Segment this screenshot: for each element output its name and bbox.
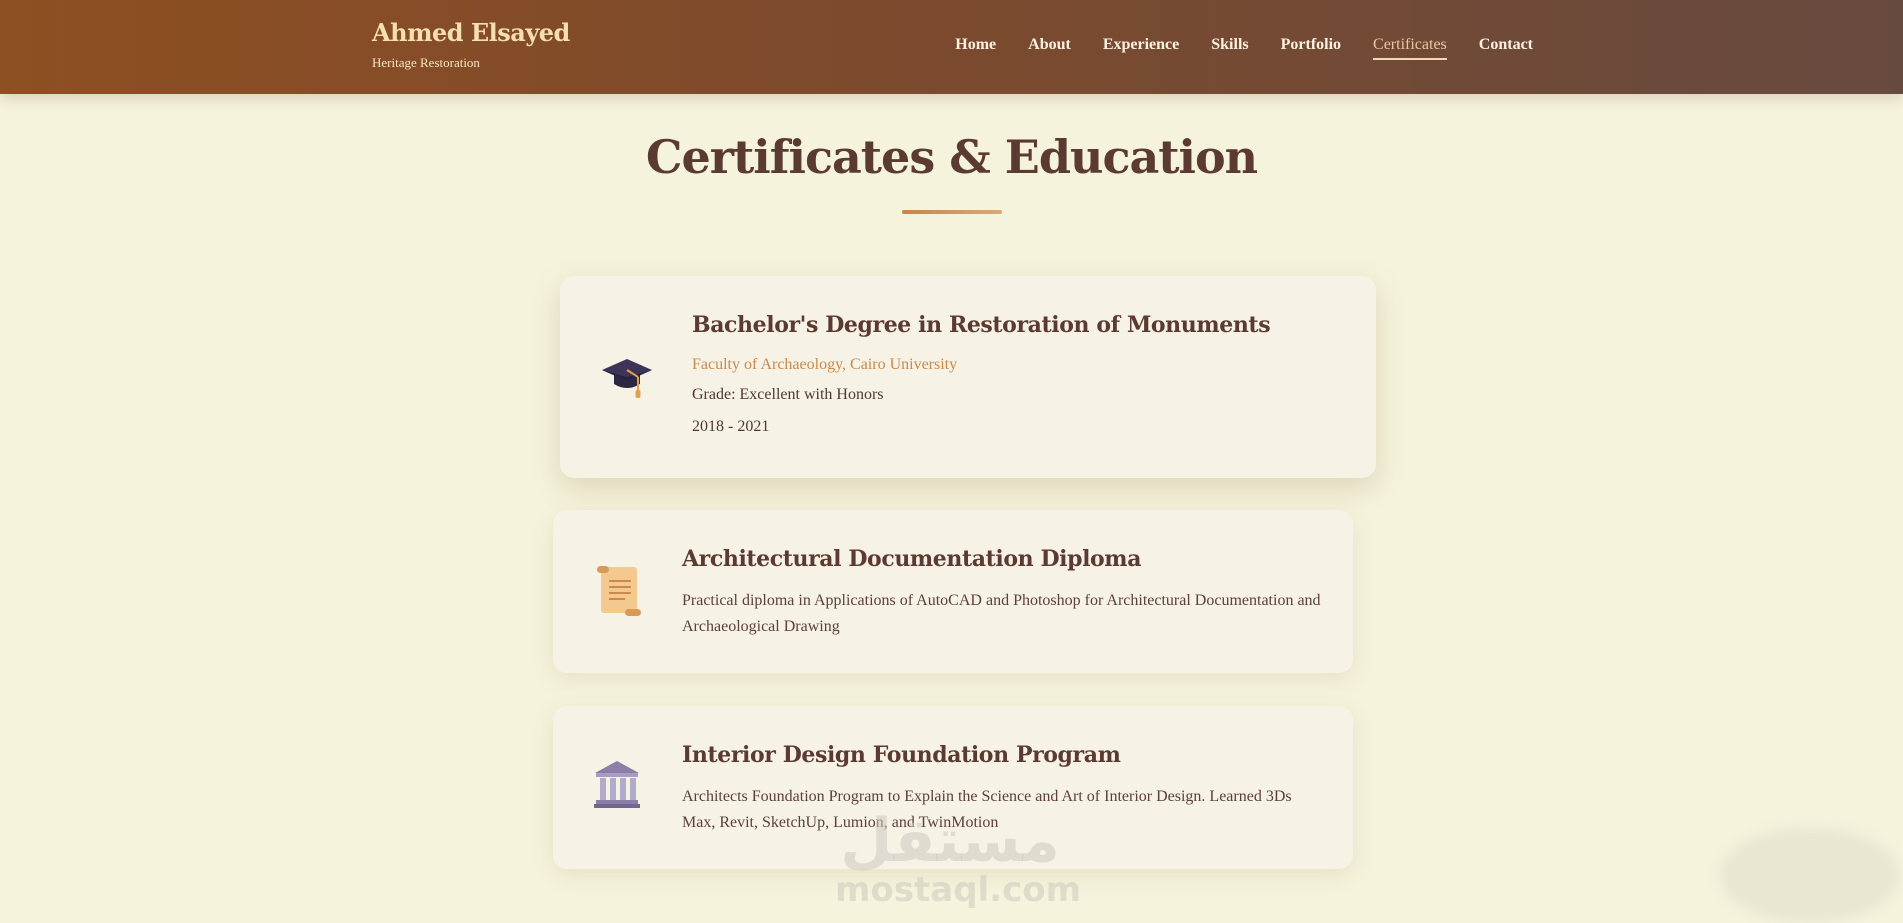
brand-tagline: Heritage Restoration (372, 55, 480, 70)
page-title: Certificates & Education (645, 130, 1258, 184)
nav-portfolio-link[interactable]: Portfolio (1281, 36, 1341, 60)
certificate-card-diploma: Architectural Documentation Diploma Prac… (553, 510, 1353, 673)
site-header: Ahmed Elsayed Heritage Restoration Home … (0, 0, 1903, 94)
title-underline (902, 210, 1002, 214)
certificate-years: 2018 - 2021 (692, 418, 770, 435)
nav-skills-link[interactable]: Skills (1211, 36, 1248, 60)
certificate-description: Practical diploma in Applications of Aut… (682, 592, 1321, 635)
certificate-title: Bachelor's Degree in Restoration of Monu… (692, 312, 1271, 338)
mostaql-watermark: مستقل mostaql.com (835, 806, 1082, 910)
scroll-icon (593, 563, 645, 624)
graduation-cap-icon (600, 354, 654, 409)
classical-building-icon (593, 759, 641, 814)
certificate-institution: Faculty of Archaeology, Cairo University (692, 356, 958, 373)
main-nav: Home About Experience Skills Portfolio C… (955, 36, 1533, 60)
nav-certificates-link[interactable]: Certificates (1373, 36, 1447, 60)
brand[interactable]: Ahmed Elsayed Heritage Restoration (372, 18, 570, 71)
certificate-title: Architectural Documentation Diploma (682, 546, 1142, 572)
watermark-domain-text: mostaql.com (835, 870, 1082, 910)
certificate-grade: Grade: Excellent with Honors (692, 386, 884, 403)
floating-action-button[interactable] (1720, 828, 1900, 923)
certificate-title: Interior Design Foundation Program (682, 742, 1121, 768)
brand-name[interactable]: Ahmed Elsayed (372, 18, 570, 47)
certificate-card-bachelor: Bachelor's Degree in Restoration of Monu… (560, 276, 1376, 478)
watermark-arabic-text: مستقل (840, 806, 1060, 876)
nav-about-link[interactable]: About (1028, 36, 1071, 60)
nav-contact-link[interactable]: Contact (1479, 36, 1533, 60)
nav-experience-link[interactable]: Experience (1103, 36, 1179, 60)
nav-home-link[interactable]: Home (955, 36, 996, 60)
